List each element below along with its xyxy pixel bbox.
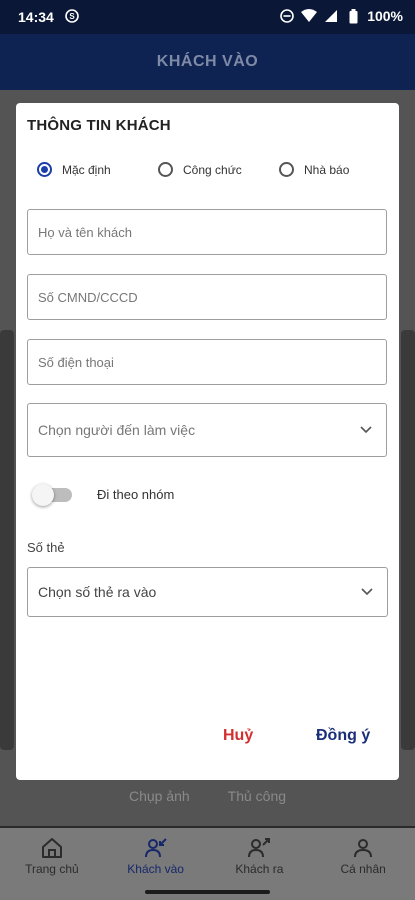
id-number-field[interactable]: Số CMND/CCCD: [27, 274, 387, 320]
background-actions: Chụp ảnh Thủ công: [0, 788, 415, 810]
app-header: KHÁCH VÀO: [0, 34, 415, 90]
status-time: 14:34: [18, 9, 54, 25]
nav-item-guest-out[interactable]: Khách ra: [208, 828, 312, 886]
confirm-button[interactable]: Đồng ý: [316, 727, 370, 745]
toggle-knob: [32, 483, 54, 506]
radio-journalist[interactable]: Nhà báo: [279, 162, 349, 177]
gesture-bar: [0, 886, 415, 900]
background-panel-left: [0, 330, 14, 750]
radio-civil-servant[interactable]: Công chức: [158, 162, 242, 177]
guest-name-field[interactable]: Họ và tên khách: [27, 209, 387, 255]
wifi-icon: [301, 8, 318, 24]
nav-label: Trang chủ: [25, 862, 79, 876]
group-toggle-row: Đi theo nhóm: [32, 483, 175, 506]
nav-item-guest-in[interactable]: Khách vào: [104, 828, 208, 886]
bottom-navigation: Trang chủ Khách vào Khách ra Cá nhân: [0, 828, 415, 886]
svg-text:S: S: [69, 12, 75, 21]
guest-name-placeholder: Họ và tên khách: [38, 224, 132, 240]
page-title: KHÁCH VÀO: [156, 53, 259, 70]
radio-checked-icon: [37, 162, 52, 177]
phone-field[interactable]: Số điện thoại: [27, 339, 387, 385]
nav-item-profile[interactable]: Cá nhân: [311, 828, 415, 886]
radio-unchecked-icon: [158, 162, 173, 177]
guest-type-radio-group: Mặc định Công chức Nhà báo: [37, 162, 377, 184]
status-bar: 14:34 S 100%: [0, 0, 415, 34]
cancel-button[interactable]: Huỷ: [223, 727, 253, 745]
card-section-label: Số thẻ: [27, 540, 65, 555]
nav-label: Cá nhân: [340, 862, 386, 876]
card-number-select[interactable]: Chọn số thẻ ra vào: [27, 567, 388, 617]
chevron-down-icon: [361, 588, 373, 596]
manual-entry-link: Thủ công: [227, 788, 287, 804]
dnd-icon: [279, 8, 295, 24]
user-icon: [354, 839, 373, 858]
phone-placeholder: Số điện thoại: [38, 354, 114, 370]
radio-unchecked-icon: [279, 162, 294, 177]
user-in-icon: [144, 838, 167, 858]
card-select-placeholder: Chọn số thẻ ra vào: [38, 584, 157, 600]
radio-label: Mặc định: [62, 162, 111, 177]
chevron-down-icon: [360, 426, 372, 434]
guest-info-dialog: THÔNG TIN KHÁCH Mặc định Công chức Nhà b…: [16, 103, 399, 780]
capture-photo-link: Chụp ảnh: [128, 788, 190, 804]
radio-label: Công chức: [183, 162, 242, 177]
home-icon: [41, 838, 62, 858]
dialog-title: THÔNG TIN KHÁCH: [27, 117, 171, 134]
host-select-placeholder: Chọn người đến làm việc: [38, 422, 196, 438]
battery-icon: [345, 8, 361, 24]
notification-icon: S: [64, 8, 80, 24]
host-select[interactable]: Chọn người đến làm việc: [27, 403, 387, 457]
group-toggle-switch[interactable]: [32, 483, 72, 506]
group-toggle-label: Đi theo nhóm: [97, 487, 175, 502]
signal-icon: [323, 8, 339, 24]
radio-default[interactable]: Mặc định: [37, 162, 111, 177]
background-panel-right: [401, 330, 415, 750]
id-number-placeholder: Số CMND/CCCD: [38, 289, 138, 305]
user-out-icon: [248, 838, 271, 858]
radio-label: Nhà báo: [304, 162, 350, 177]
nav-label: Khách vào: [127, 862, 184, 876]
home-indicator[interactable]: [145, 890, 270, 894]
nav-label: Khách ra: [235, 862, 284, 876]
nav-item-home[interactable]: Trang chủ: [0, 828, 104, 886]
battery-percent: 100%: [367, 8, 403, 24]
